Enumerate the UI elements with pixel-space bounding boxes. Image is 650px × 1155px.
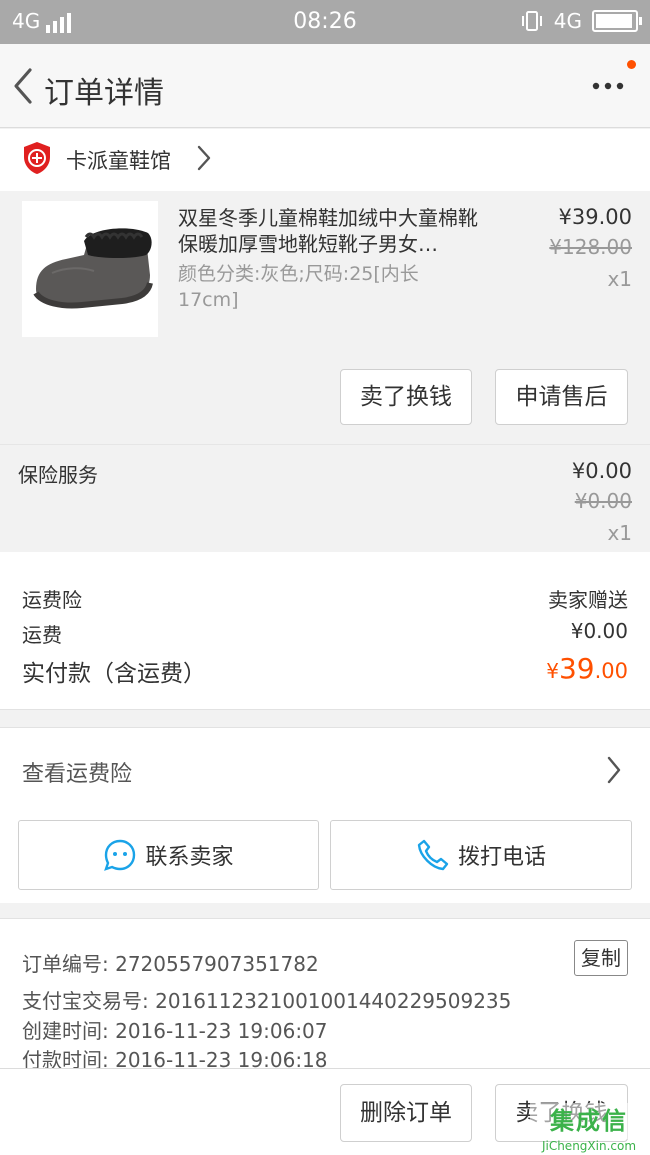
page-title: 订单详情 (44, 76, 164, 111)
shipping-insurance-label: 运费险 (22, 588, 82, 612)
call-phone-label: 拨打电话 (457, 845, 546, 870)
order-number: 订单编号: 2720557907351782 (22, 952, 319, 976)
insurance-quantity: x1 (607, 521, 632, 545)
battery-icon (592, 10, 642, 32)
contact-actions: 联系卖家 拨打电话 (0, 813, 650, 903)
created-time: 创建时间: 2016-11-23 19:06:07 (22, 1019, 328, 1043)
watermark: 集成信 JiChengXin.com (530, 1103, 648, 1155)
order-info: 订单编号: 2720557907351782 复制 支付宝交易号: 201611… (0, 918, 650, 1072)
contact-seller-label: 联系卖家 (145, 845, 234, 870)
watermark-logo: 集成信 (530, 1103, 648, 1139)
view-shipping-insurance[interactable]: 查看运费险 (0, 727, 650, 813)
product-price: ¥39.00 (558, 205, 632, 229)
paid-integer: 39 (558, 652, 595, 685)
notification-dot (627, 60, 636, 69)
paid-decimal: .00 (594, 659, 628, 683)
back-arrow-icon[interactable] (8, 66, 44, 106)
chevron-right-icon (197, 145, 211, 171)
fee-summary: 运费险 卖家赠送 运费 ¥0.00 实付款（含运费） ¥39.00 (0, 552, 650, 710)
after-sale-button[interactable]: 申请售后 (495, 369, 628, 425)
status-right: 4G (520, 9, 642, 33)
product-sku: 颜色分类:灰色;尺码:25[内长17cm] (178, 263, 419, 311)
more-icon[interactable] (588, 74, 628, 98)
copy-button[interactable]: 复制 (574, 940, 628, 976)
shipping-insurance-value: 卖家赠送 (548, 588, 628, 612)
enterprise-shield-icon (24, 142, 50, 174)
sell-button[interactable]: 卖了换钱 (340, 369, 472, 425)
vibrate-icon (521, 11, 542, 31)
paid-label: 实付款（含运费） (22, 661, 206, 687)
insurance-original-price: ¥0.00 (574, 489, 632, 513)
shop-name: 卡派童鞋馆 (66, 149, 171, 173)
insurance-price: ¥0.00 (571, 459, 632, 483)
chevron-right-icon (607, 756, 621, 784)
shipping-insurance-row: 运费险 卖家赠送 (22, 584, 628, 613)
shipping-row: 运费 ¥0.00 (22, 619, 628, 648)
paid-amount: ¥39.00 (546, 652, 628, 685)
alipay-transaction-number: 支付宝交易号: 2016112321001001440229509235 (22, 989, 512, 1013)
product-quantity: x1 (607, 267, 632, 291)
status-bar: 4G 08:26 4G (0, 0, 650, 44)
watermark-domain: JiChengXin.com (541, 1139, 637, 1153)
nav-bar: 订单详情 (0, 44, 650, 128)
shipping-value: ¥0.00 (570, 619, 628, 643)
network-label-right: 4G (553, 9, 582, 33)
product-original-price: ¥128.00 (549, 235, 632, 259)
product-card: 双星冬季儿童棉鞋加绒中大童棉靴保暖加厚雪地靴短靴子男女… 颜色分类:灰色;尺码:… (0, 191, 650, 439)
product-image[interactable] (22, 201, 158, 337)
shipping-label: 运费 (22, 623, 62, 647)
product-name[interactable]: 双星冬季儿童棉鞋加绒中大童棉靴保暖加厚雪地靴短靴子男女… (178, 205, 488, 257)
call-phone-button[interactable]: 拨打电话 (330, 820, 632, 890)
view-shipping-insurance-label: 查看运费险 (22, 762, 133, 787)
chat-bubble-icon (104, 839, 136, 871)
insurance-service: 保险服务 ¥0.00 ¥0.00 x1 (0, 444, 650, 552)
paid-currency: ¥ (546, 659, 559, 683)
boot-image (22, 201, 158, 337)
insurance-label: 保险服务 (18, 463, 98, 487)
delete-order-button[interactable]: 删除订单 (340, 1084, 472, 1142)
contact-seller-button[interactable]: 联系卖家 (18, 820, 319, 890)
phone-icon (417, 839, 449, 871)
paid-row: 实付款（含运费） ¥39.00 (22, 652, 628, 688)
shop-row[interactable]: 卡派童鞋馆 (0, 129, 650, 191)
